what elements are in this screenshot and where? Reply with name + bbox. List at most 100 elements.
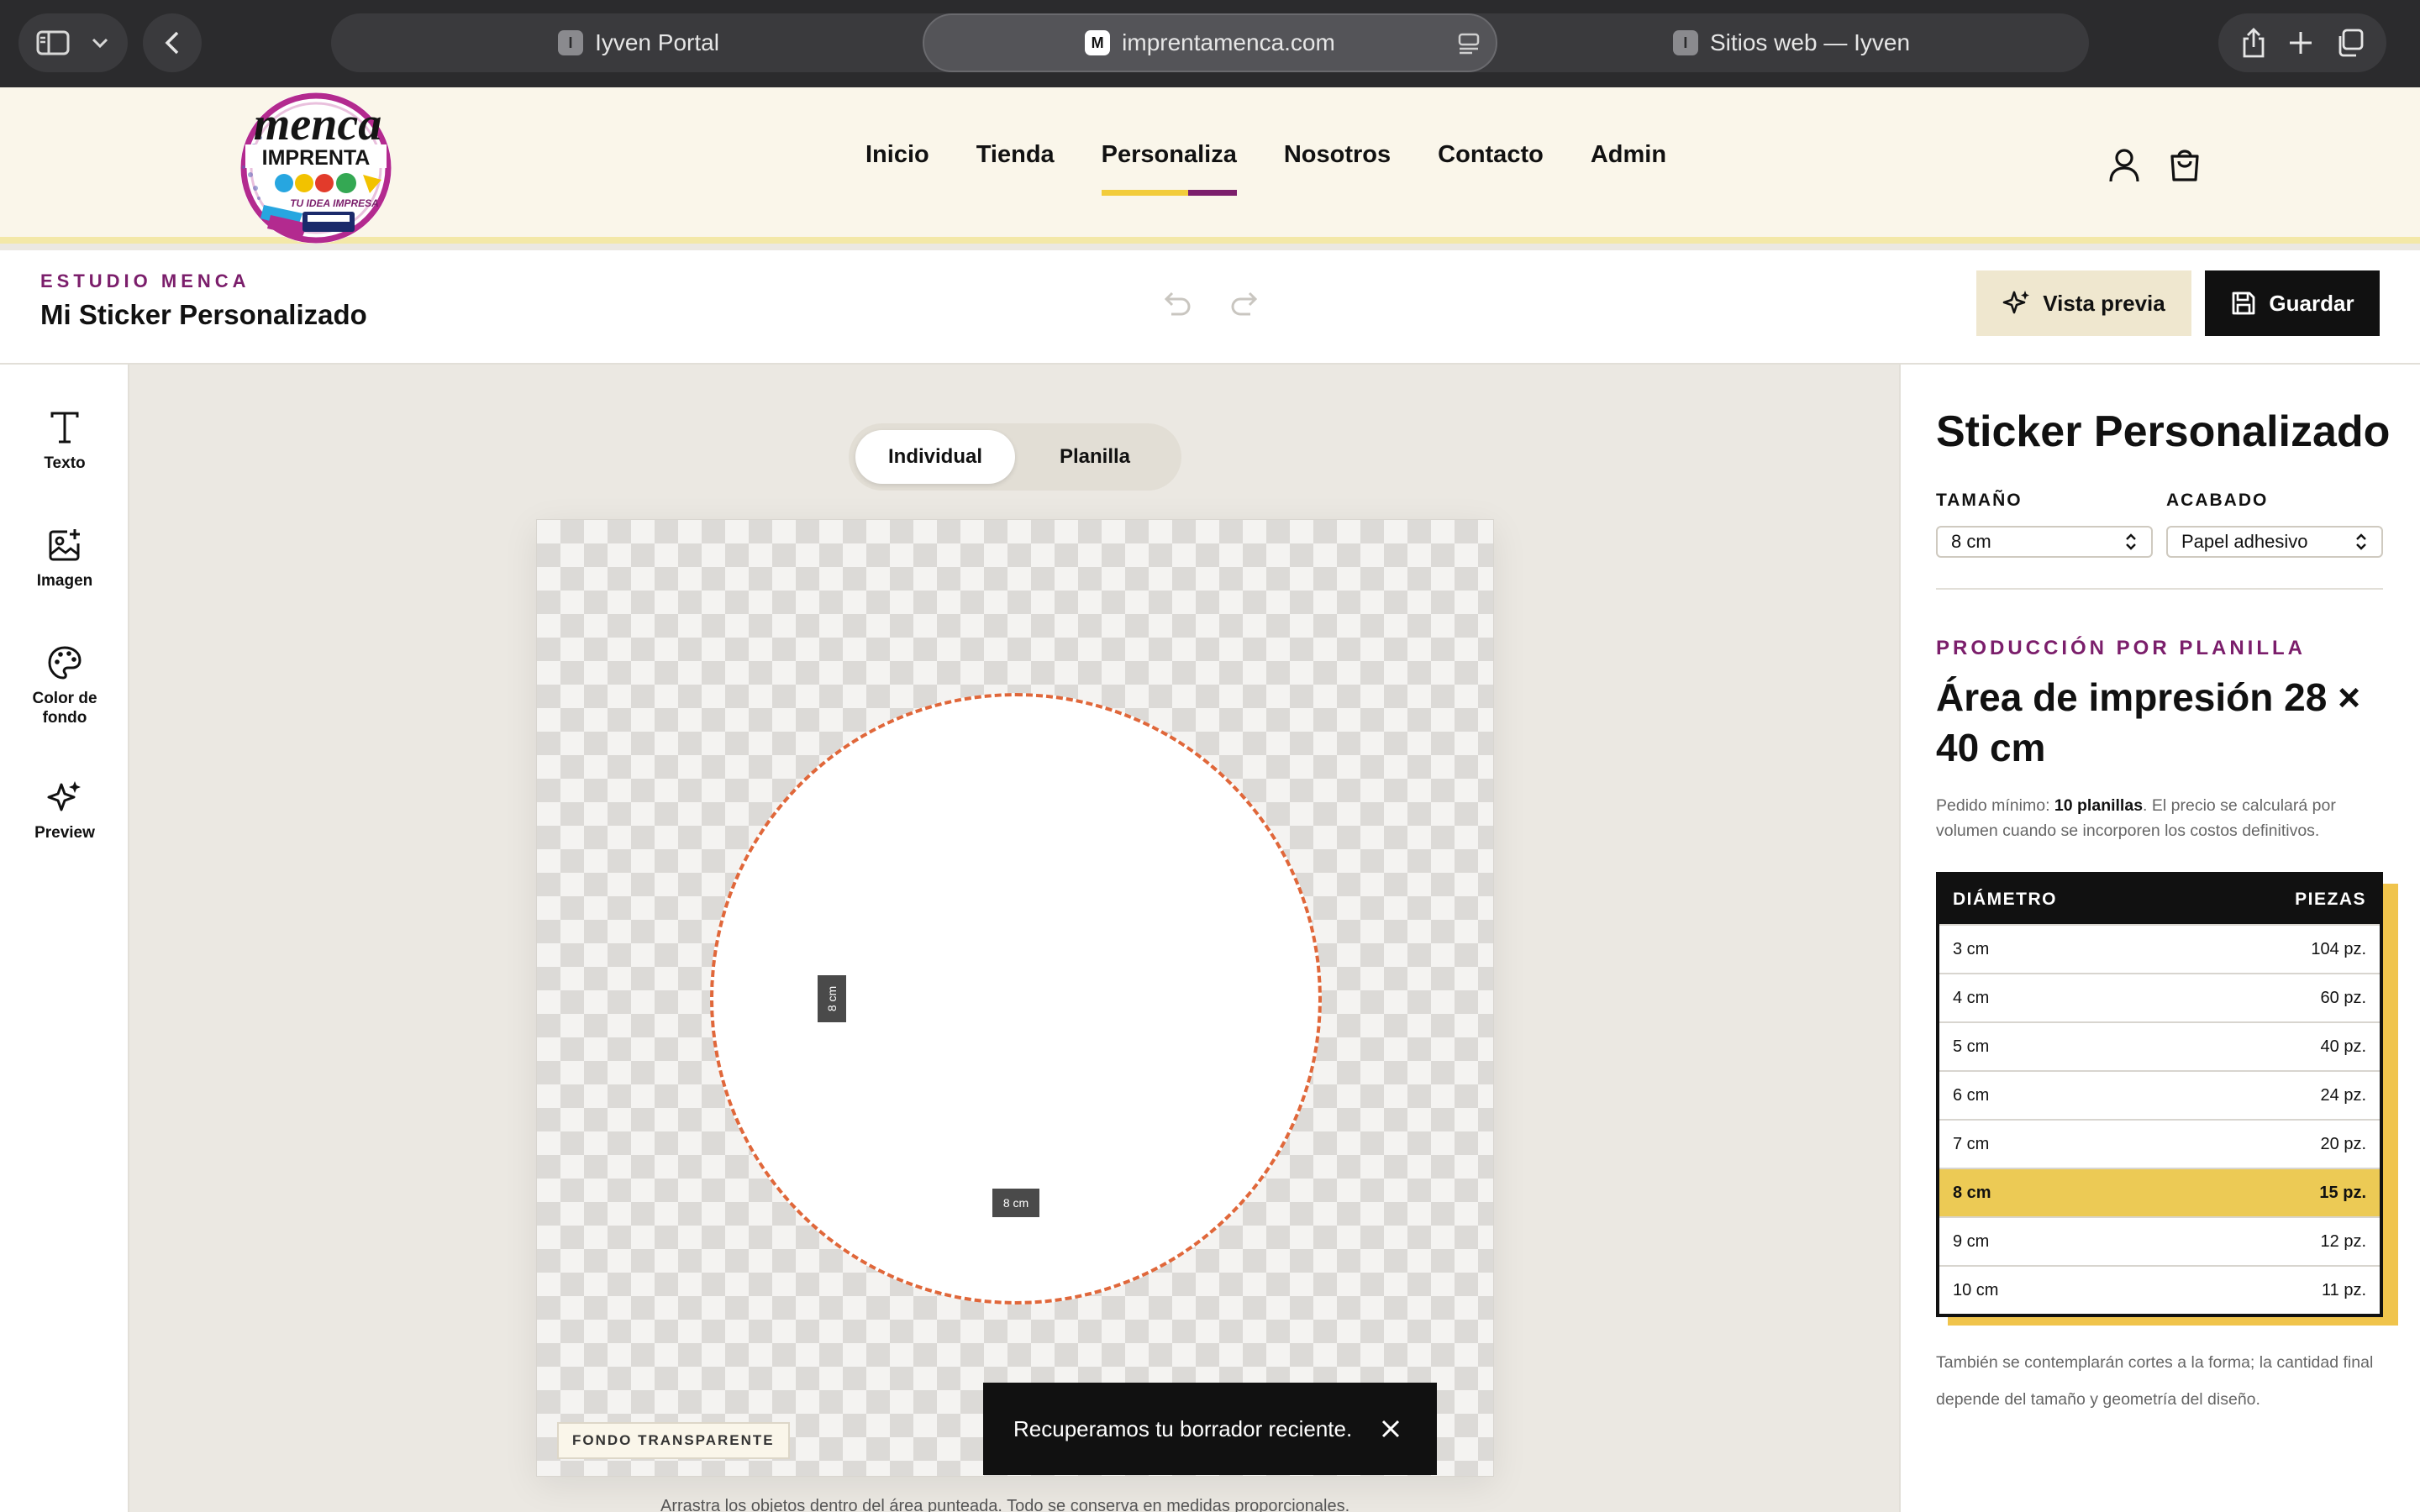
tab-label: imprentamenca.com <box>1122 29 1335 55</box>
note-prefix: Pedido mínimo: <box>1936 796 2054 815</box>
table-row[interactable]: 4 cm 60 pz. <box>1939 973 2380 1021</box>
table-row[interactable]: 9 cm 12 pz. <box>1939 1216 2380 1265</box>
table-row[interactable]: 7 cm 20 pz. <box>1939 1119 2380 1168</box>
nav-contacto[interactable]: Contacto <box>1438 141 1544 181</box>
tool-sidebar: Texto Imagen Color de fondo Preview <box>0 365 129 1512</box>
favicon-menca-icon: M <box>1085 30 1111 55</box>
row-pieces: 60 pz. <box>2320 988 2366 1007</box>
row-diameter: 5 cm <box>1953 1037 1990 1056</box>
favicon-iyven-icon: I <box>1672 30 1698 55</box>
production-kicker: PRODUCCIÓN POR PLANILLA <box>1936 637 2306 659</box>
cart-icon[interactable] <box>2166 146 2203 183</box>
row-diameter: 3 cm <box>1953 939 1990 958</box>
canvas-hint: Arrastra los objetos dentro del área pun… <box>660 1497 1350 1512</box>
mode-planilla[interactable]: Planilla <box>1015 430 1175 484</box>
row-diameter: 9 cm <box>1953 1231 1990 1251</box>
product-title: Sticker Personalizado <box>1936 407 2391 456</box>
toast-message: Recuperamos tu borrador reciente. <box>1013 1415 1353 1441</box>
tool-preview[interactable]: Preview <box>0 780 129 843</box>
palette-icon <box>48 646 82 680</box>
row-diameter: 8 cm <box>1953 1183 1991 1202</box>
row-pieces: 40 pz. <box>2320 1037 2366 1056</box>
favicon-iyven-icon: I <box>558 30 584 55</box>
undo-icon[interactable] <box>1160 286 1193 319</box>
browser-toolbar: I Iyven Portal M imprentamenca.com I Sit… <box>0 0 2420 87</box>
sparkle-icon <box>47 781 81 811</box>
share-icon[interactable] <box>2240 27 2267 59</box>
transparent-background-badge: FONDO TRANSPARENTE <box>557 1422 790 1459</box>
header-pieces: PIEZAS <box>2295 890 2366 909</box>
height-value: 8 cm <box>825 985 839 1012</box>
nav-admin[interactable]: Admin <box>1591 141 1666 181</box>
text-icon <box>50 412 79 444</box>
size-select[interactable]: 8 cm <box>1936 526 2153 558</box>
mode-toggle: Individual Planilla <box>849 423 1181 491</box>
nav-inicio[interactable]: Inicio <box>865 141 929 181</box>
row-pieces: 104 pz. <box>2311 939 2366 958</box>
finish-value: Papel adhesivo <box>2181 531 2308 552</box>
main-nav: Inicio Tienda Personaliza Nosotros Conta… <box>865 141 1666 196</box>
height-dimension-label: 8 cm <box>818 975 846 1022</box>
row-diameter: 6 cm <box>1953 1085 1990 1105</box>
size-label: TAMAÑO <box>1936 491 2023 510</box>
plus-icon[interactable] <box>2287 29 2314 56</box>
tool-label: Preview <box>34 824 95 842</box>
floppy-disk-icon <box>2233 291 2255 315</box>
tab-imprentamenca[interactable]: M imprentamenca.com <box>923 13 1497 72</box>
tool-text[interactable]: Texto <box>0 410 129 473</box>
preview-button[interactable]: Vista previa <box>1976 270 2191 336</box>
select-chevrons-icon <box>2356 533 2366 550</box>
nav-nosotros[interactable]: Nosotros <box>1284 141 1391 181</box>
table-row[interactable]: 10 cm 11 pz. <box>1939 1265 2380 1314</box>
note-minimum: 10 planillas <box>2054 796 2144 815</box>
sidebar-icon <box>36 30 70 55</box>
mode-individual[interactable]: Individual <box>855 430 1015 484</box>
table-row[interactable]: 6 cm 24 pz. <box>1939 1070 2380 1119</box>
design-title[interactable]: Mi Sticker Personalizado <box>40 299 367 331</box>
draft-recovered-toast: Recuperamos tu borrador reciente. <box>983 1383 1437 1475</box>
menca-logo[interactable]: menca IMPRENTA TU IDEA IMPRESA <box>220 87 412 247</box>
tool-label: Texto <box>44 454 86 472</box>
row-pieces: 20 pz. <box>2320 1134 2366 1153</box>
sidebar-toggle-button[interactable] <box>18 13 128 72</box>
header-diameter: DIÁMETRO <box>1953 890 2057 909</box>
finish-label: ACABADO <box>2166 491 2269 510</box>
tab-label: Iyven Portal <box>595 29 719 55</box>
sparkle-icon <box>2002 291 2030 314</box>
design-artboard[interactable]: 8 cm 8 cm FONDO TRANSPARENTE <box>536 519 1494 1477</box>
print-area-title: Área de impresión 28 × 40 cm <box>1936 675 2360 769</box>
preview-label: Vista previa <box>2043 290 2165 316</box>
tabs-overview-icon[interactable] <box>2334 28 2365 58</box>
tab-iyven-portal[interactable]: I Iyven Portal <box>353 13 924 72</box>
row-diameter: 7 cm <box>1953 1134 1990 1153</box>
table-row[interactable]: 5 cm 40 pz. <box>1939 1021 2380 1070</box>
panel-divider <box>1936 588 2383 590</box>
pieces-table: DIÁMETRO PIEZAS 3 cm 104 pz. 4 cm 60 pz. 5… <box>1936 872 2383 1317</box>
reader-icon <box>1458 33 1480 55</box>
user-icon[interactable] <box>2106 146 2143 183</box>
logo-word: menca <box>254 98 381 150</box>
tool-background-color[interactable]: Color de fondo <box>0 645 129 727</box>
close-icon[interactable] <box>1378 1416 1403 1441</box>
row-diameter: 4 cm <box>1953 988 1990 1007</box>
nav-tienda[interactable]: Tienda <box>976 141 1055 181</box>
minimum-order-note: Pedido mínimo: 10 planillas. El precio s… <box>1936 793 2390 843</box>
finish-select[interactable]: Papel adhesivo <box>2166 526 2383 558</box>
tool-image[interactable]: Imagen <box>0 528 129 591</box>
image-add-icon <box>49 529 80 561</box>
save-label: Guardar <box>2269 290 2354 316</box>
save-button[interactable]: Guardar <box>2205 270 2380 336</box>
redo-icon[interactable] <box>1228 286 1262 319</box>
row-pieces: 15 pz. <box>2319 1183 2366 1202</box>
shape-cut-note: También se contemplarán cortes a la form… <box>1936 1353 2374 1409</box>
tab-sitios-web[interactable]: I Sitios web — Iyven <box>1497 13 2086 72</box>
row-pieces: 11 pz. <box>2322 1280 2366 1299</box>
chevron-down-icon <box>92 38 108 49</box>
browser-actions <box>2218 13 2386 72</box>
back-button[interactable] <box>143 13 202 72</box>
size-value: 8 cm <box>1951 531 1991 552</box>
row-pieces: 12 pz. <box>2320 1231 2366 1251</box>
table-row-selected[interactable]: 8 cm 15 pz. <box>1939 1168 2380 1216</box>
nav-personaliza[interactable]: Personaliza <box>1101 141 1238 196</box>
table-row[interactable]: 3 cm 104 pz. <box>1939 924 2380 973</box>
